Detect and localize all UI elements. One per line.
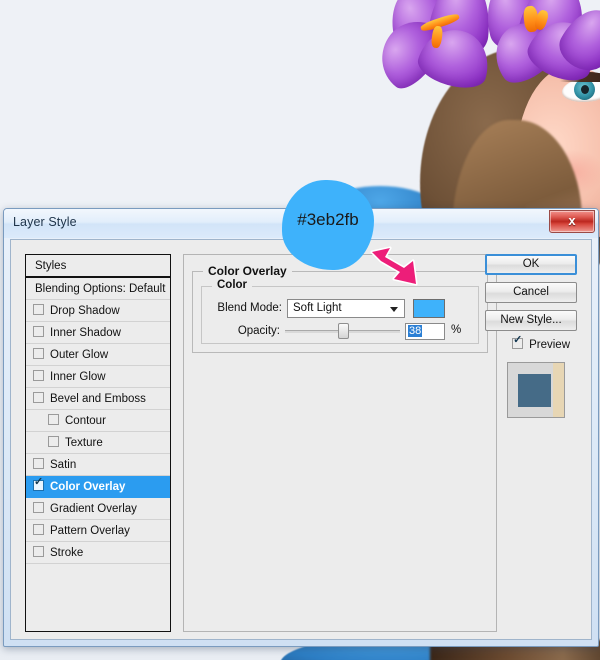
preview-label: Preview <box>529 339 570 351</box>
checkbox-icon[interactable] <box>33 326 44 337</box>
styles-list-header: Styles <box>26 255 170 278</box>
layer-style-dialog: Layer Style x Styles Blending Options: D… <box>3 208 599 647</box>
checkbox-icon[interactable] <box>512 338 523 349</box>
sidebar-item-label: Drop Shadow <box>50 305 120 317</box>
sidebar-item-blending-options[interactable]: Blending Options: Default <box>26 278 170 300</box>
sidebar-item-outer-glow[interactable]: Outer Glow <box>26 344 170 366</box>
dialog-body: Styles Blending Options: Default Drop Sh… <box>10 239 592 640</box>
annotation-color-hex: #3eb2fb <box>282 210 374 230</box>
sidebar-item-label: Outer Glow <box>50 349 108 361</box>
preview-thumbnail-strip <box>553 363 564 417</box>
sidebar-item-label: Inner Shadow <box>50 327 121 339</box>
checkbox-icon[interactable] <box>33 392 44 403</box>
color-overlay-panel: Color Overlay Color Blend Mode: Soft Lig… <box>183 254 497 632</box>
chevron-down-icon <box>390 307 398 312</box>
sidebar-item-label: Color Overlay <box>50 481 125 493</box>
blend-mode-label: Blend Mode: <box>208 302 282 314</box>
sidebar-item-label: Inner Glow <box>50 371 106 383</box>
color-group: Color Blend Mode: Soft Light Opacity: 38… <box>201 286 479 344</box>
checkbox-icon[interactable] <box>33 348 44 359</box>
sidebar-item-inner-shadow[interactable]: Inner Shadow <box>26 322 170 344</box>
sidebar-item-label: Blending Options: Default <box>35 283 165 295</box>
sidebar-item-gradient-overlay[interactable]: Gradient Overlay <box>26 498 170 520</box>
annotation-arrow <box>370 246 422 290</box>
checkbox-icon[interactable] <box>33 524 44 535</box>
checkbox-icon[interactable] <box>33 304 44 315</box>
checkbox-icon[interactable] <box>48 436 59 447</box>
opacity-slider-thumb[interactable] <box>338 323 349 339</box>
sidebar-item-label: Satin <box>50 459 76 471</box>
styles-list: Styles Blending Options: Default Drop Sh… <box>25 254 171 632</box>
annotation-color-blob: #3eb2fb <box>282 180 374 270</box>
sidebar-item-pattern-overlay[interactable]: Pattern Overlay <box>26 520 170 542</box>
color-group-title: Color <box>212 279 252 291</box>
sidebar-item-label: Bevel and Emboss <box>50 393 146 405</box>
ok-button[interactable]: OK <box>485 254 577 275</box>
preview-checkbox-row[interactable]: Preview <box>512 338 570 351</box>
close-button[interactable]: x <box>549 210 595 233</box>
sidebar-item-color-overlay[interactable]: Color Overlay <box>26 476 170 498</box>
sidebar-item-stroke[interactable]: Stroke <box>26 542 170 564</box>
checkbox-icon[interactable] <box>33 370 44 381</box>
new-style-button[interactable]: New Style... <box>485 310 577 331</box>
preview-thumbnail <box>507 362 565 418</box>
checkbox-icon[interactable] <box>33 546 44 557</box>
sidebar-item-label: Contour <box>65 415 106 427</box>
sidebar-item-drop-shadow[interactable]: Drop Shadow <box>26 300 170 322</box>
background-pupil <box>581 85 589 94</box>
sidebar-item-label: Gradient Overlay <box>50 503 137 515</box>
sidebar-item-label: Texture <box>65 437 103 449</box>
sidebar-item-contour[interactable]: Contour <box>26 410 170 432</box>
opacity-input[interactable]: 38 <box>405 323 445 340</box>
checkbox-icon[interactable] <box>33 480 44 491</box>
opacity-label: Opacity: <box>208 325 280 337</box>
dialog-title: Layer Style <box>13 215 77 229</box>
preview-thumbnail-square <box>518 374 551 407</box>
sidebar-item-satin[interactable]: Satin <box>26 454 170 476</box>
color-overlay-group: Color Overlay Color Blend Mode: Soft Lig… <box>192 271 488 353</box>
color-swatch[interactable] <box>413 299 445 318</box>
checkbox-icon[interactable] <box>33 458 44 469</box>
opacity-value: 38 <box>408 325 422 337</box>
cancel-button[interactable]: Cancel <box>485 282 577 303</box>
sidebar-item-label: Pattern Overlay <box>50 525 130 537</box>
sidebar-item-label: Stroke <box>50 547 83 559</box>
blend-mode-select[interactable]: Soft Light <box>287 299 405 318</box>
checkbox-icon[interactable] <box>33 502 44 513</box>
sidebar-item-inner-glow[interactable]: Inner Glow <box>26 366 170 388</box>
sidebar-item-bevel-and-emboss[interactable]: Bevel and Emboss <box>26 388 170 410</box>
blend-mode-value: Soft Light <box>293 302 342 314</box>
color-overlay-group-title: Color Overlay <box>203 264 292 278</box>
sidebar-item-texture[interactable]: Texture <box>26 432 170 454</box>
opacity-unit: % <box>451 324 461 336</box>
checkbox-icon[interactable] <box>48 414 59 425</box>
